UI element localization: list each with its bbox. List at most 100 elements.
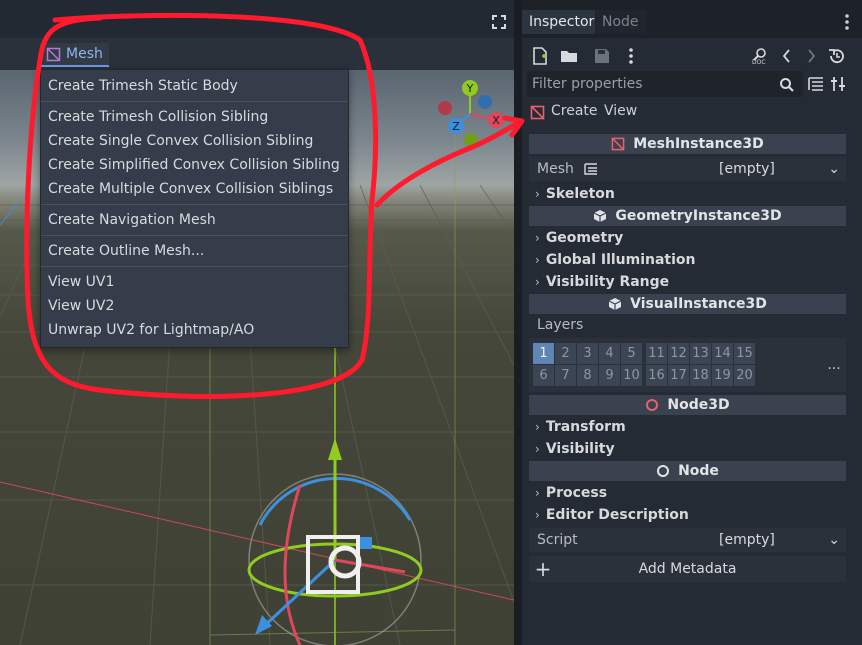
menu-item-view-uv2[interactable]: View UV2 xyxy=(41,294,348,318)
layer-toggle-17[interactable]: 17 xyxy=(668,365,689,386)
chevron-right-icon: › xyxy=(535,420,540,434)
section-node3d[interactable]: Node3D xyxy=(529,395,846,415)
group-label: Global Illumination xyxy=(545,252,696,268)
group-label: Visibility Range xyxy=(545,274,670,290)
group-label: Process xyxy=(545,485,608,501)
menu-item-create-multiple-convex-collision-siblings[interactable]: Create Multiple Convex Collision Sibling… xyxy=(41,177,348,201)
save-icon[interactable] xyxy=(593,47,611,65)
script-label: Script xyxy=(537,532,578,548)
section-visualinstance3d[interactable]: VisualInstance3D xyxy=(529,294,846,314)
layer-toggle-14[interactable]: 14 xyxy=(712,343,733,364)
3d-viewport[interactable]: Mesh Create Trimesh Static Body Create T… xyxy=(0,0,514,645)
layer-toggle-7[interactable]: 7 xyxy=(555,365,576,386)
layer-toggle-2[interactable]: 2 xyxy=(555,343,576,364)
layer-toggle-18[interactable]: 18 xyxy=(690,365,711,386)
menu-item-view-uv1[interactable]: View UV1 xyxy=(41,270,348,294)
node3d-icon xyxy=(646,399,659,411)
menu-item-create-simplified-convex-collision-sibling[interactable]: Create Simplified Convex Collision Sibli… xyxy=(41,153,348,177)
mesh-label: Mesh xyxy=(537,161,574,177)
menu-separator xyxy=(41,235,348,236)
history-back-icon[interactable] xyxy=(778,47,796,65)
mesh-resource-icon xyxy=(584,163,598,175)
layers-more-button[interactable]: ... xyxy=(822,343,846,387)
chevron-down-icon: ⌄ xyxy=(828,532,840,548)
inspector-tab-bar: Inspector Node xyxy=(522,0,862,38)
section-title: Node3D xyxy=(667,397,730,413)
gizmo-x-label: X xyxy=(492,114,500,127)
doc-search-icon[interactable]: DOC xyxy=(751,47,769,65)
menu-item-unwrap-uv2[interactable]: Unwrap UV2 for Lightmap/AO xyxy=(41,318,348,342)
menu-item-create-outline-mesh[interactable]: Create Outline Mesh... xyxy=(41,239,348,263)
mesh-menu-button[interactable]: Mesh xyxy=(40,43,109,67)
section-meshinstance3d[interactable]: MeshInstance3D xyxy=(529,134,846,154)
property-list-icon[interactable] xyxy=(808,76,824,92)
tab-node[interactable]: Node xyxy=(595,10,646,34)
object-history-icon[interactable] xyxy=(827,47,845,65)
mesh-instance-icon xyxy=(46,47,61,61)
group-label: Transform xyxy=(545,419,626,435)
mesh-value: [empty] xyxy=(719,161,775,177)
layer-toggle-4[interactable]: 4 xyxy=(599,343,620,364)
layer-toggle-9[interactable]: 9 xyxy=(599,365,620,386)
menu-separator xyxy=(41,101,348,102)
menu-item-create-single-convex-collision-sibling[interactable]: Create Single Convex Collision Sibling xyxy=(41,129,348,153)
script-value-dropdown[interactable]: [empty] ⌄ xyxy=(719,532,846,548)
chevron-down-icon: ⌄ xyxy=(828,161,840,177)
filter-properties-field[interactable] xyxy=(527,71,803,97)
open-folder-icon[interactable] xyxy=(560,47,578,65)
expand-icon[interactable] xyxy=(491,14,507,30)
section-node[interactable]: Node xyxy=(529,461,846,481)
layer-toggle-19[interactable]: 19 xyxy=(712,365,733,386)
mesh-instance-icon xyxy=(530,105,545,120)
chevron-right-icon: › xyxy=(535,442,540,456)
panel-divider[interactable] xyxy=(514,0,522,645)
group-editor-description[interactable]: › Editor Description xyxy=(529,504,846,526)
layer-toggle-11[interactable]: 11 xyxy=(646,343,667,364)
layer-toggle-13[interactable]: 13 xyxy=(690,343,711,364)
layer-toggle-1[interactable]: 1 xyxy=(533,343,554,364)
layer-toggle-16[interactable]: 16 xyxy=(646,365,667,386)
group-skeleton[interactable]: › Skeleton xyxy=(529,183,846,205)
group-global-illumination[interactable]: › Global Illumination xyxy=(529,249,846,271)
property-mesh: Mesh [empty] ⌄ xyxy=(529,157,846,181)
filter-properties-input[interactable] xyxy=(527,71,803,97)
kebab-menu-icon[interactable] xyxy=(842,12,852,32)
node-icon xyxy=(657,465,670,477)
layer-toggle-3[interactable]: 3 xyxy=(577,343,598,364)
group-visibility[interactable]: › Visibility xyxy=(529,438,846,460)
tab-inspector[interactable]: Inspector xyxy=(522,10,602,34)
group-transform[interactable]: › Transform xyxy=(529,416,846,438)
menu-item-create-navigation-mesh[interactable]: Create Navigation Mesh xyxy=(41,208,348,232)
create-menu[interactable]: Create xyxy=(551,103,598,119)
menu-separator xyxy=(41,204,348,205)
view-orientation-gizmo[interactable]: Y Z X xyxy=(432,78,508,150)
history-forward-icon[interactable] xyxy=(802,47,820,65)
menu-item-create-trimesh-collision-sibling[interactable]: Create Trimesh Collision Sibling xyxy=(41,105,348,129)
layer-toggle-15[interactable]: 15 xyxy=(734,343,755,364)
resource-menu-icon[interactable] xyxy=(626,47,636,65)
section-geometryinstance3d[interactable]: GeometryInstance3D xyxy=(529,206,846,226)
add-metadata-label: Add Metadata xyxy=(638,561,737,577)
cube-icon xyxy=(594,210,607,222)
mesh-menu-label: Mesh xyxy=(66,46,103,62)
layer-toggle-12[interactable]: 12 xyxy=(668,343,689,364)
section-title: VisualInstance3D xyxy=(630,296,767,312)
view-menu[interactable]: View xyxy=(604,103,637,119)
new-resource-icon[interactable] xyxy=(531,47,549,65)
menu-item-create-trimesh-static-body[interactable]: Create Trimesh Static Body xyxy=(41,74,348,98)
tools-icon[interactable] xyxy=(830,76,846,92)
layer-toggle-6[interactable]: 6 xyxy=(533,365,554,386)
group-process[interactable]: › Process xyxy=(529,482,846,504)
mesh-dropdown-menu: Create Trimesh Static Body Create Trimes… xyxy=(40,69,349,348)
gizmo-z-label: Z xyxy=(452,120,460,133)
group-visibility-range[interactable]: › Visibility Range xyxy=(529,271,846,293)
mesh-value-dropdown[interactable]: [empty] ⌄ xyxy=(719,161,846,177)
layer-toggle-8[interactable]: 8 xyxy=(577,365,598,386)
chevron-right-icon: › xyxy=(535,486,540,500)
group-geometry[interactable]: › Geometry xyxy=(529,227,846,249)
layer-toggle-10[interactable]: 10 xyxy=(621,365,642,386)
layer-toggle-20[interactable]: 20 xyxy=(734,365,755,386)
add-metadata-button[interactable]: + Add Metadata xyxy=(529,556,846,582)
group-label: Visibility xyxy=(545,441,615,457)
layer-toggle-5[interactable]: 5 xyxy=(621,343,642,364)
